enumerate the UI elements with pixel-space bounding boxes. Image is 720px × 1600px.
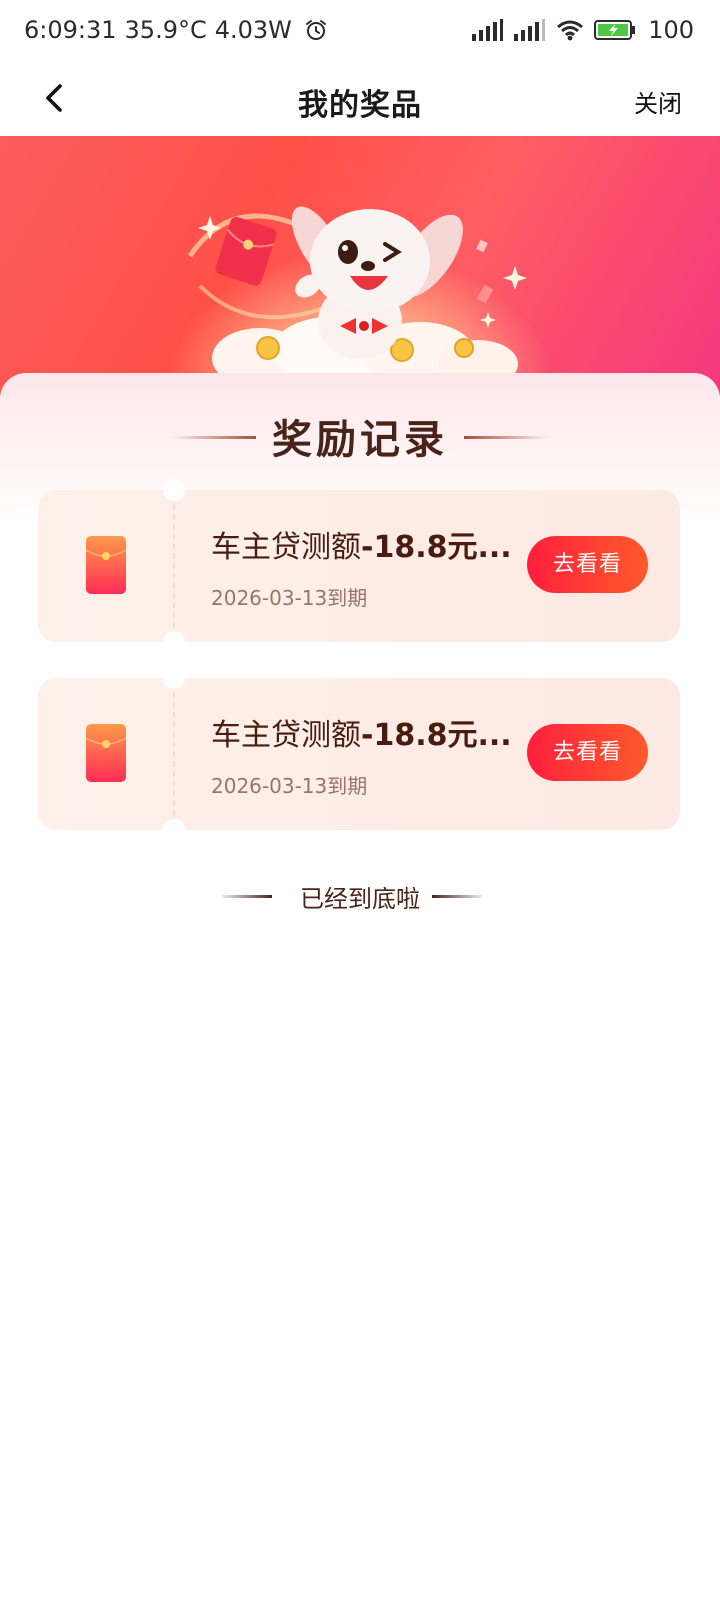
go-view-button[interactable]: 去看看 <box>527 724 648 781</box>
prize-card: 车主贷测额-18.8元... 2026-03-13到期 去看看 <box>38 667 680 841</box>
prize-title-name: 车主贷测额 <box>211 718 361 753</box>
ticket-notch <box>163 667 185 689</box>
red-envelope-icon <box>86 724 126 782</box>
signal-icon <box>514 19 546 41</box>
signal-icon <box>472 19 504 41</box>
prize-expiry: 2026-03-13到期 <box>211 774 368 798</box>
battery-charging-icon <box>594 20 636 40</box>
prize-title: 车主贷测额-18.8元... <box>211 710 541 754</box>
status-temperature: 35.9°C <box>124 16 207 44</box>
status-bar: 6:09:31 35.9°C 4.03W 100 <box>0 0 720 62</box>
reward-panel: 奖励记录 车主贷测额-18.8元... 2026-03-13到期 去看看 车主贷… <box>0 373 720 1600</box>
nav-bar: 我的奖品 关闭 <box>0 62 720 136</box>
ticket-notch <box>163 819 185 841</box>
ticket-divider <box>173 504 175 628</box>
end-tip-decor-right <box>432 895 482 898</box>
page-title: 我的奖品 <box>298 88 422 123</box>
title-decor-right <box>464 436 548 439</box>
prize-title-amount: -18.8元... <box>361 530 512 565</box>
prize-title: 车主贷测额-18.8元... <box>211 522 541 566</box>
red-envelope-icon <box>86 536 126 594</box>
prize-card: 车主贷测额-18.8元... 2026-03-13到期 去看看 <box>38 479 680 653</box>
status-left: 6:09:31 35.9°C 4.03W <box>24 16 328 44</box>
hero-banner <box>0 136 720 396</box>
prize-title-name: 车主贷测额 <box>211 530 361 565</box>
wifi-icon <box>557 20 584 41</box>
prize-title-amount: -18.8元... <box>361 718 512 753</box>
status-power: 4.03W <box>214 16 292 44</box>
status-time: 6:09:31 <box>24 16 117 44</box>
status-right: 100 <box>472 16 694 44</box>
close-button[interactable]: 关闭 <box>634 84 682 119</box>
go-view-button[interactable]: 去看看 <box>527 536 648 593</box>
alarm-icon <box>305 20 326 40</box>
section-title: 奖励记录 <box>272 417 448 463</box>
ticket-notch <box>163 479 185 501</box>
ticket-notch <box>163 631 185 653</box>
mascot-illustration <box>187 206 527 388</box>
prize-expiry: 2026-03-13到期 <box>211 586 368 610</box>
ticket-divider <box>173 692 175 816</box>
battery-level: 100 <box>648 16 694 44</box>
end-of-list-tip: 已经到底啦 <box>300 885 420 913</box>
